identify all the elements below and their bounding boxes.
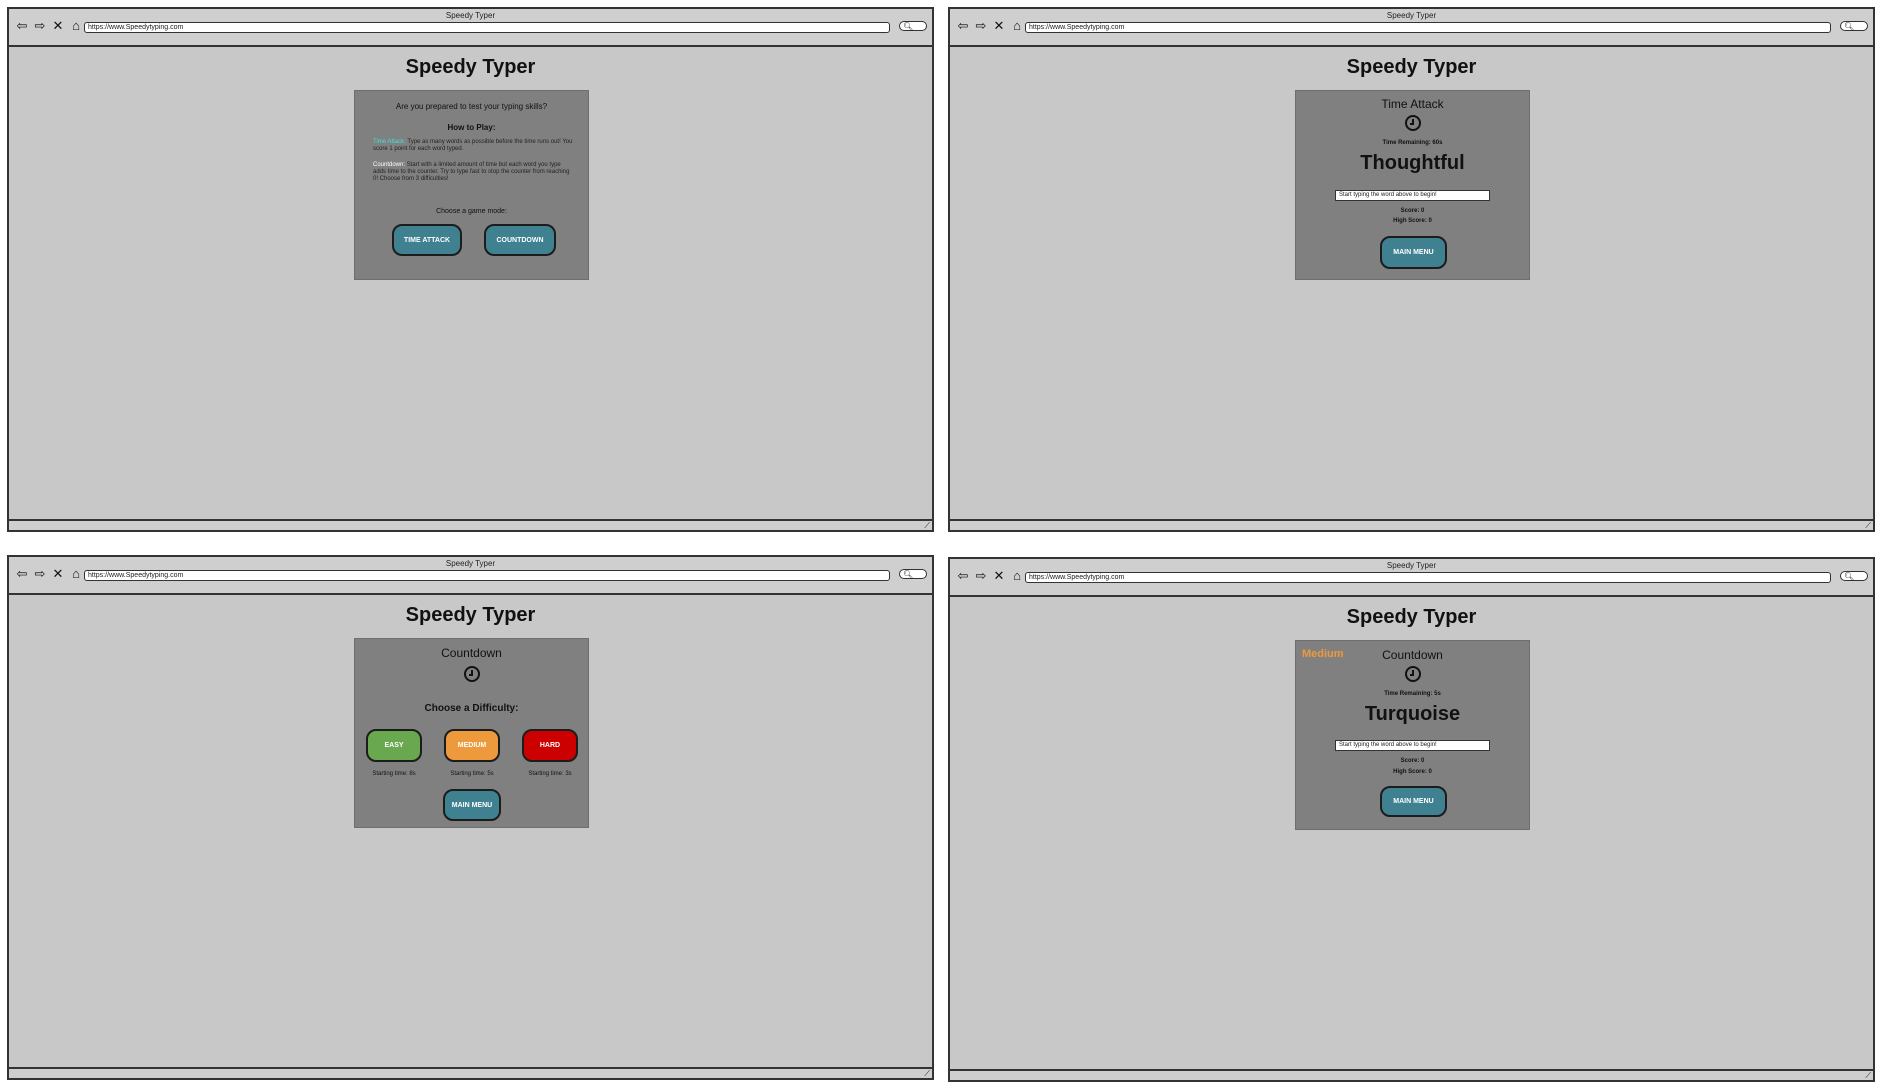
mode-title: Countdown (1382, 648, 1443, 662)
hard-starting-time: Starting time: 3s (528, 771, 572, 777)
nav-buttons: ⇦ ⇨ ✕ ⌂ (15, 567, 83, 581)
forward-arrow-icon[interactable]: ⇨ (33, 19, 47, 33)
url-bar[interactable]: https://www.Speedytyping.com (1025, 22, 1831, 33)
page-title: Speedy Typer (1346, 56, 1477, 78)
high-score: High Score: 0 (1393, 218, 1432, 224)
url-bar[interactable]: https://www.Speedytyping.com (84, 22, 890, 33)
forward-arrow-icon[interactable]: ⇨ (974, 19, 988, 33)
stop-icon[interactable]: ✕ (992, 569, 1006, 583)
main-menu-button[interactable]: MAIN MENU (443, 789, 501, 821)
clock-icon (1405, 115, 1421, 131)
browser-window-difficulty: Speedy Typer ⇦ ⇨ ✕ ⌂ https://www.Speedyt… (7, 555, 934, 1080)
window-title: Speedy Typer (445, 559, 496, 568)
page-title: Speedy Typer (1346, 606, 1477, 628)
status-bar: ⟋ (9, 1067, 932, 1078)
nav-buttons: ⇦ ⇨ ✕ ⌂ (15, 19, 83, 33)
score: Score: 0 (1400, 208, 1425, 214)
word-input[interactable]: Start typing the word above to begin! (1335, 740, 1490, 751)
browser-chrome: Speedy Typer ⇦ ⇨ ✕ ⌂ https://www.Speedyt… (9, 557, 932, 595)
choose-mode-label: Choose a game mode: (436, 208, 507, 215)
game-panel: Countdown Choose a Difficulty: EASY MEDI… (354, 638, 589, 828)
time-remaining: Time Remaining: 60s (1382, 140, 1443, 146)
game-panel: Time Attack Time Remaining: 60s Thoughtf… (1295, 90, 1530, 280)
back-arrow-icon[interactable]: ⇦ (15, 19, 29, 33)
easy-starting-time: Starting time: 8s (372, 771, 416, 777)
hard-button[interactable]: HARD (522, 729, 578, 762)
browser-chrome: Speedy Typer ⇦ ⇨ ✕ ⌂ https://www.Speedyt… (950, 559, 1873, 597)
browser-chrome: Speedy Typer ⇦ ⇨ ✕ ⌂ https://www.Speedyt… (950, 9, 1873, 47)
countdown-label: Countdown: (373, 162, 406, 168)
time-attack-label: Time Attack: (373, 139, 406, 145)
search-icon[interactable]: 🔍︎ (1840, 571, 1868, 581)
url-bar[interactable]: https://www.Speedytyping.com (1025, 572, 1831, 583)
search-icon[interactable]: 🔍︎ (1840, 21, 1868, 31)
browser-window-time-attack: Speedy Typer ⇦ ⇨ ✕ ⌂ https://www.Speedyt… (948, 7, 1875, 532)
nav-buttons: ⇦ ⇨ ✕ ⌂ (956, 19, 1024, 33)
countdown-description: Countdown: Start with a limited amount o… (373, 162, 570, 182)
game-panel: Are you prepared to test your typing ski… (354, 90, 589, 280)
page-title: Speedy Typer (405, 604, 536, 626)
time-attack-description: Time Attack: Type as many words as possi… (373, 139, 573, 152)
browser-window-countdown: Speedy Typer ⇦ ⇨ ✕ ⌂ https://www.Speedyt… (948, 557, 1875, 1082)
status-bar: ⟋ (9, 519, 932, 530)
back-arrow-icon[interactable]: ⇦ (956, 569, 970, 583)
home-icon[interactable]: ⌂ (1010, 569, 1024, 583)
resize-grip-icon[interactable]: ⟋ (924, 1069, 930, 1078)
back-arrow-icon[interactable]: ⇦ (15, 567, 29, 581)
stop-icon[interactable]: ✕ (992, 19, 1006, 33)
window-title: Speedy Typer (445, 11, 496, 20)
target-word: Turquoise (1364, 703, 1461, 725)
page-title: Speedy Typer (405, 56, 536, 78)
search-icon[interactable]: 🔍︎ (899, 21, 927, 31)
browser-window-main-menu: Speedy Typer ⇦ ⇨ ✕ ⌂ https://www.Speedyt… (7, 7, 934, 532)
forward-arrow-icon[interactable]: ⇨ (33, 567, 47, 581)
nav-buttons: ⇦ ⇨ ✕ ⌂ (956, 569, 1024, 583)
browser-chrome: Speedy Typer ⇦ ⇨ ✕ ⌂ https://www.Speedyt… (9, 9, 932, 47)
stop-icon[interactable]: ✕ (51, 19, 65, 33)
clock-icon (464, 666, 480, 682)
mode-title: Time Attack (1381, 97, 1444, 111)
forward-arrow-icon[interactable]: ⇨ (974, 569, 988, 583)
word-input[interactable]: Start typing the word above to begin! (1335, 190, 1490, 201)
game-panel: Medium Countdown Time Remaining: 5s Turq… (1295, 640, 1530, 830)
home-icon[interactable]: ⌂ (1010, 19, 1024, 33)
url-bar[interactable]: https://www.Speedytyping.com (84, 570, 890, 581)
time-attack-button[interactable]: TIME ATTACK (392, 224, 462, 256)
clock-icon (1405, 666, 1421, 682)
status-bar: ⟋ (950, 519, 1873, 530)
resize-grip-icon[interactable]: ⟋ (924, 521, 930, 530)
how-to-play-heading: How to Play: (447, 123, 496, 132)
status-bar: ⟋ (950, 1069, 1873, 1080)
score: Score: 0 (1400, 758, 1425, 764)
countdown-button[interactable]: COUNTDOWN (484, 224, 556, 256)
intro-question: Are you prepared to test your typing ski… (395, 102, 548, 111)
high-score: High Score: 0 (1393, 769, 1432, 775)
resize-grip-icon[interactable]: ⟋ (1865, 521, 1871, 530)
medium-button[interactable]: MEDIUM (444, 729, 500, 762)
resize-grip-icon[interactable]: ⟋ (1865, 1071, 1871, 1080)
time-remaining: Time Remaining: 5s (1384, 691, 1441, 697)
window-title: Speedy Typer (1386, 561, 1437, 570)
main-menu-button[interactable]: MAIN MENU (1380, 236, 1447, 269)
window-title: Speedy Typer (1386, 11, 1437, 20)
search-icon[interactable]: 🔍︎ (899, 569, 927, 579)
medium-starting-time: Starting time: 5s (450, 771, 494, 777)
main-menu-button[interactable]: MAIN MENU (1380, 786, 1447, 817)
easy-button[interactable]: EASY (366, 729, 422, 762)
stop-icon[interactable]: ✕ (51, 567, 65, 581)
mode-title: Countdown (441, 646, 502, 660)
home-icon[interactable]: ⌂ (69, 567, 83, 581)
back-arrow-icon[interactable]: ⇦ (956, 19, 970, 33)
choose-difficulty-heading: Choose a Difficulty: (424, 703, 519, 714)
home-icon[interactable]: ⌂ (69, 19, 83, 33)
target-word: Thoughtful (1360, 152, 1465, 174)
